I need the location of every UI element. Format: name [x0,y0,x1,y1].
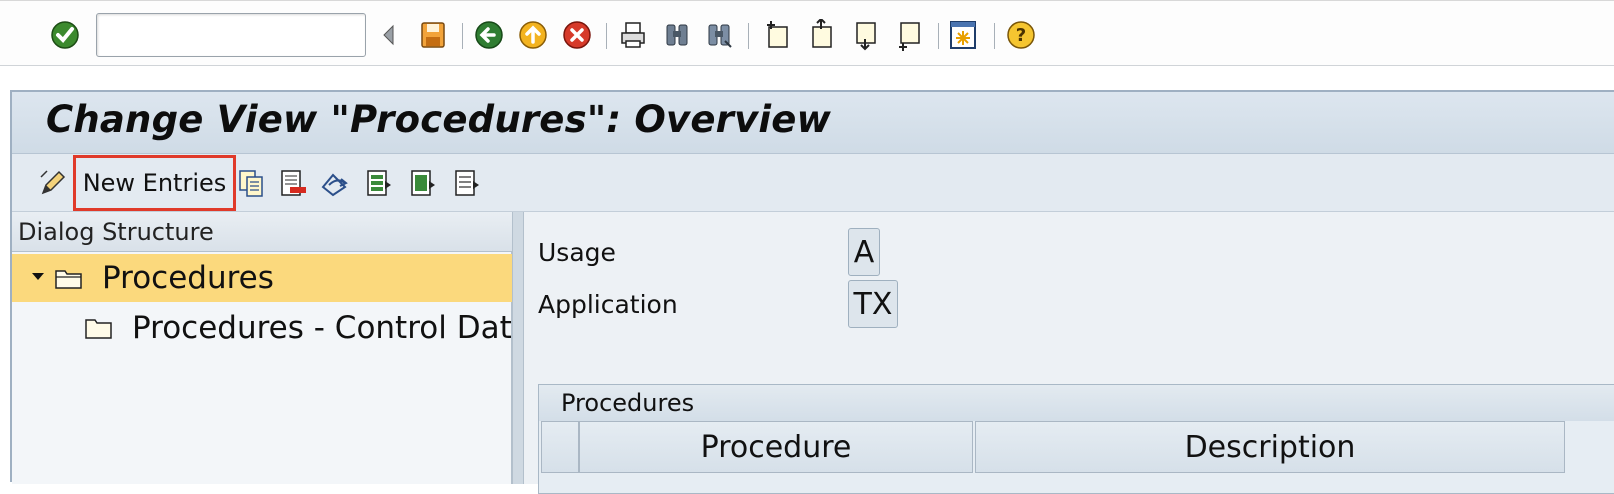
row-selector-header[interactable] [541,421,579,473]
svg-text:?: ? [1016,25,1026,46]
dialog-structure-panel: Dialog Structure Procedures Procedures -… [12,212,512,484]
layout-icon[interactable] [946,18,980,52]
procedures-table: Procedures Procedure Description [538,384,1614,494]
content-area: Usage A Application TX Procedures Proced… [524,212,1614,494]
find-next-icon[interactable] [702,18,736,52]
find-icon[interactable] [660,18,694,52]
edit-pencil-icon[interactable] [36,166,70,200]
command-field[interactable] [96,13,366,57]
last-page-icon[interactable] [892,18,926,52]
copy-as-icon[interactable] [234,166,268,200]
system-toolbar: ? [0,0,1614,66]
panel-splitter[interactable] [512,212,524,484]
tree-item-procedures[interactable]: Procedures [12,254,512,302]
usage-field[interactable]: A [848,228,880,276]
usage-label: Usage [538,238,616,267]
expand-caret-icon[interactable] [30,268,46,284]
select-block-icon[interactable] [406,166,440,200]
enter-icon[interactable] [48,18,82,52]
folder-icon [85,319,112,339]
application-field[interactable]: TX [848,280,898,328]
title-bar: Change View "Procedures": Overview [12,92,1614,154]
tree-item-procedures-control-data[interactable]: Procedures - Control Dat [12,304,512,352]
application-label: Application [538,290,678,319]
cancel-icon[interactable] [560,18,594,52]
application-toolbar: New Entries [12,154,1614,212]
delete-icon[interactable] [276,166,310,200]
main-frame: Change View "Procedures": Overview New E… [10,90,1614,494]
next-page-icon[interactable] [848,18,882,52]
print-icon[interactable] [616,18,650,52]
exit-icon[interactable] [516,18,550,52]
save-icon[interactable] [416,18,450,52]
previous-page-icon[interactable] [804,18,838,52]
first-page-icon[interactable] [760,18,794,52]
procedures-table-title: Procedures [539,385,1614,421]
page-title: Change View "Procedures": Overview [46,98,831,141]
back-arrow-small-icon[interactable] [372,18,406,52]
column-header-description[interactable]: Description [975,421,1565,473]
back-icon[interactable] [472,18,506,52]
new-entries-button[interactable]: New Entries [73,155,236,211]
tree-item-label: Procedures [102,260,274,296]
deselect-all-icon[interactable] [450,166,484,200]
column-header-procedure[interactable]: Procedure [579,421,973,473]
help-icon[interactable]: ? [1004,18,1038,52]
select-all-icon[interactable] [362,166,396,200]
dialog-structure-header: Dialog Structure [12,212,512,252]
open-folder-icon [55,270,82,289]
tree-item-label: Procedures - Control Dat [132,310,512,346]
undo-change-icon[interactable] [318,166,352,200]
